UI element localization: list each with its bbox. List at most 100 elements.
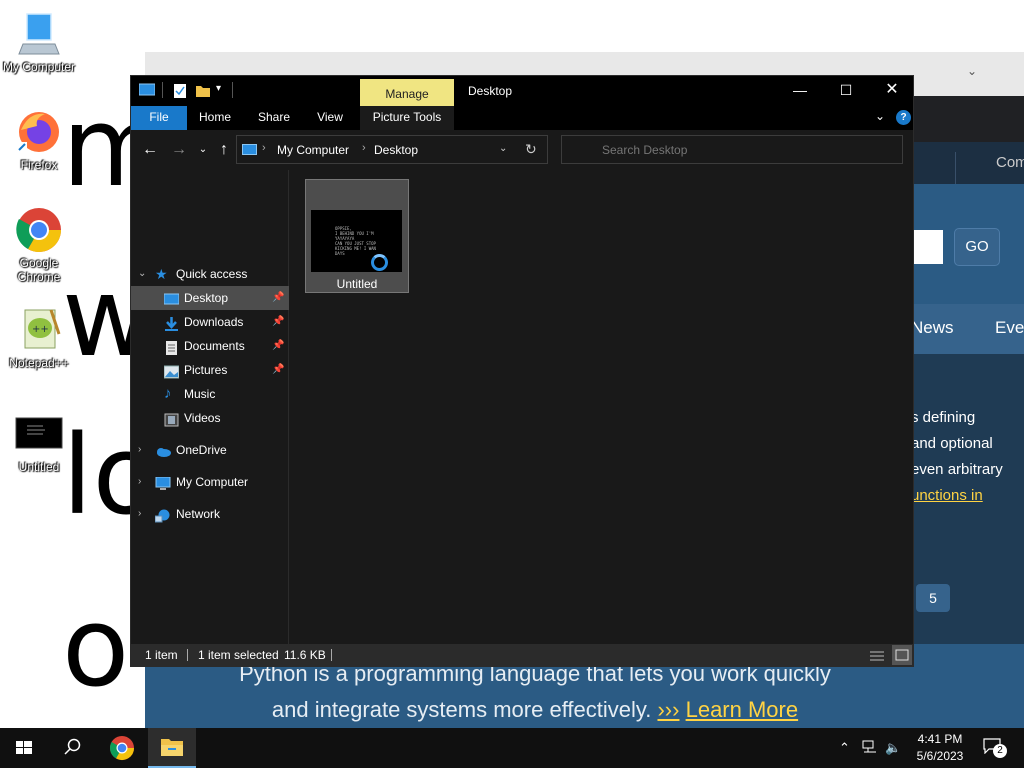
nav-pictures[interactable]: Pictures 📌 bbox=[131, 358, 289, 382]
forward-arrow-icon[interactable]: → bbox=[169, 140, 189, 160]
site-content-link[interactable]: unctions in bbox=[911, 487, 983, 504]
file-item-untitled[interactable]: OPPSIE, I BEHIND YOU I'M YAYAYAYA CAN YO… bbox=[305, 179, 409, 293]
tab-view[interactable]: View bbox=[309, 106, 351, 130]
desktop-icon-chrome[interactable]: Google Chrome bbox=[0, 206, 78, 284]
notification-center-button[interactable]: 2 bbox=[983, 738, 1007, 758]
monitor-icon bbox=[155, 475, 171, 490]
nav-onedrive[interactable]: › OneDrive bbox=[131, 438, 289, 462]
tagline-arrows: ››› bbox=[657, 697, 680, 722]
pin-icon[interactable]: 📌 bbox=[272, 286, 284, 310]
new-folder-icon[interactable] bbox=[195, 83, 211, 99]
document-icon bbox=[164, 339, 179, 355]
volume-icon[interactable]: 🔈 bbox=[885, 728, 901, 768]
cloud-icon bbox=[155, 443, 171, 457]
title-bar: ▾ Manage Desktop — ☐ ✕ bbox=[131, 76, 913, 106]
nav-my-computer[interactable]: › My Computer bbox=[131, 470, 289, 494]
download-arrow-icon bbox=[164, 315, 179, 331]
image-thumbnail: OPPSIE, I BEHIND YOU I'M YAYAYAYA CAN YO… bbox=[311, 210, 402, 272]
expand-chevron-icon[interactable]: › bbox=[138, 470, 141, 494]
recent-locations-icon[interactable]: ⌄ bbox=[193, 140, 213, 160]
breadcrumb-desktop[interactable]: Desktop bbox=[374, 143, 418, 157]
star-icon: ★ bbox=[155, 266, 168, 282]
desktop-icon-untitled[interactable]: Untitled bbox=[0, 410, 78, 474]
up-arrow-icon[interactable]: ↑ bbox=[214, 140, 234, 160]
nav-network[interactable]: › Network bbox=[131, 502, 289, 526]
search-button[interactable] bbox=[48, 728, 96, 768]
desktop-icon-my-computer[interactable]: My Computer bbox=[0, 10, 78, 74]
file-list-pane: OPPSIE, I BEHIND YOU I'M YAYAYAYA CAN YO… bbox=[290, 170, 913, 644]
notification-count-badge: 2 bbox=[993, 744, 1007, 758]
windows-logo-icon bbox=[16, 741, 32, 754]
nav-desktop[interactable]: Desktop 📌 bbox=[131, 286, 289, 310]
qat-separator bbox=[232, 82, 233, 98]
site-content-line: even arbitrary bbox=[911, 461, 1003, 478]
taskbar-clock[interactable]: 4:41 PM 5/6/2023 bbox=[908, 731, 972, 765]
start-button[interactable] bbox=[0, 728, 48, 768]
nav-documents[interactable]: Documents 📌 bbox=[131, 334, 289, 358]
breadcrumb-separator-icon[interactable]: › bbox=[362, 142, 366, 154]
nav-videos[interactable]: Videos bbox=[131, 406, 289, 430]
address-dropdown-icon[interactable]: ⌄ bbox=[499, 143, 507, 154]
expand-ribbon-icon[interactable]: ⌄ bbox=[875, 109, 885, 123]
properties-icon[interactable] bbox=[173, 83, 187, 99]
pin-icon[interactable]: 📌 bbox=[272, 310, 284, 334]
status-separator bbox=[331, 649, 332, 661]
search-input[interactable] bbox=[561, 135, 903, 164]
nav-downloads[interactable]: Downloads 📌 bbox=[131, 310, 289, 334]
show-hidden-icons-icon[interactable]: ⌃ bbox=[839, 728, 850, 768]
qat-dropdown-icon[interactable]: ▾ bbox=[216, 83, 221, 99]
file-name: Untitled bbox=[336, 277, 378, 291]
expand-chevron-icon[interactable]: › bbox=[138, 502, 141, 526]
address-bar[interactable]: › My Computer › Desktop ⌄ ↻ bbox=[236, 135, 548, 164]
folder-icon bbox=[161, 739, 183, 756]
back-arrow-icon[interactable]: ← bbox=[140, 140, 160, 160]
network-tray-icon[interactable] bbox=[862, 740, 878, 768]
file-explorer-window: ▾ Manage Desktop — ☐ ✕ File Home Share V… bbox=[130, 75, 914, 667]
pin-icon[interactable]: 📌 bbox=[272, 334, 284, 358]
chevron-down-icon[interactable]: ⌄ bbox=[967, 64, 977, 78]
pin-icon[interactable]: 📌 bbox=[272, 358, 284, 382]
background-letter-o: o bbox=[62, 583, 130, 711]
site-nav-news[interactable]: News bbox=[911, 318, 954, 338]
thumbnail-text: OPPSIE, I BEHIND YOU I'M YAYAYAYA CAN YO… bbox=[335, 226, 376, 256]
tab-picture-tools[interactable]: Picture Tools bbox=[360, 106, 454, 130]
chrome-icon bbox=[109, 736, 134, 761]
large-icons-view-icon[interactable] bbox=[892, 645, 912, 665]
details-view-icon[interactable] bbox=[870, 648, 884, 662]
desktop-icon-notepadpp[interactable]: ++ Notepad++ bbox=[0, 306, 78, 370]
tab-share[interactable]: Share bbox=[251, 106, 297, 130]
learn-more-link[interactable]: Learn More bbox=[686, 697, 799, 722]
pictures-icon bbox=[163, 363, 180, 379]
site-tab-community[interactable]: Com bbox=[955, 152, 1024, 184]
image-file-icon bbox=[15, 410, 63, 458]
tagline-line2: and integrate systems more effectively. … bbox=[271, 697, 799, 722]
maximize-button[interactable]: ☐ bbox=[823, 76, 869, 106]
collapse-chevron-icon[interactable]: ⌄ bbox=[138, 262, 146, 286]
site-nav-events[interactable]: Eve bbox=[995, 318, 1024, 338]
tab-file[interactable]: File bbox=[131, 106, 187, 130]
svg-text:++: ++ bbox=[32, 324, 49, 335]
minimize-button[interactable]: — bbox=[777, 76, 823, 106]
help-icon[interactable]: ? bbox=[896, 110, 911, 125]
breadcrumb-separator-icon[interactable]: › bbox=[262, 142, 266, 154]
desktop-icon-firefox[interactable]: Firefox bbox=[0, 108, 78, 172]
tab-home[interactable]: Home bbox=[193, 106, 237, 130]
refresh-icon[interactable]: ↻ bbox=[525, 141, 537, 158]
firefox-icon bbox=[15, 108, 63, 156]
taskbar-chrome[interactable] bbox=[98, 728, 146, 768]
navigation-row: ← → ⌄ ↑ › My Computer › Desktop ⌄ ↻ bbox=[131, 130, 913, 170]
close-button[interactable]: ✕ bbox=[869, 76, 915, 106]
window-title: Desktop bbox=[468, 84, 513, 98]
navigation-pane: ⌄ ★ Quick access Desktop 📌 Downloads 📌 D… bbox=[131, 170, 289, 644]
nav-quick-access[interactable]: ⌄ ★ Quick access bbox=[131, 262, 289, 286]
nav-music[interactable]: ♪ Music bbox=[131, 382, 289, 406]
explorer-app-icon[interactable] bbox=[138, 83, 156, 99]
expand-chevron-icon[interactable]: › bbox=[138, 438, 141, 462]
site-page-button[interactable]: 5 bbox=[916, 584, 950, 612]
taskbar-file-explorer[interactable] bbox=[148, 728, 196, 768]
breadcrumb-my-computer[interactable]: My Computer bbox=[277, 143, 349, 157]
notepadpp-icon: ++ bbox=[15, 306, 63, 354]
site-go-button[interactable]: GO bbox=[954, 228, 1000, 266]
tab-manage[interactable]: Manage bbox=[360, 79, 454, 106]
chrome-icon bbox=[15, 206, 63, 254]
